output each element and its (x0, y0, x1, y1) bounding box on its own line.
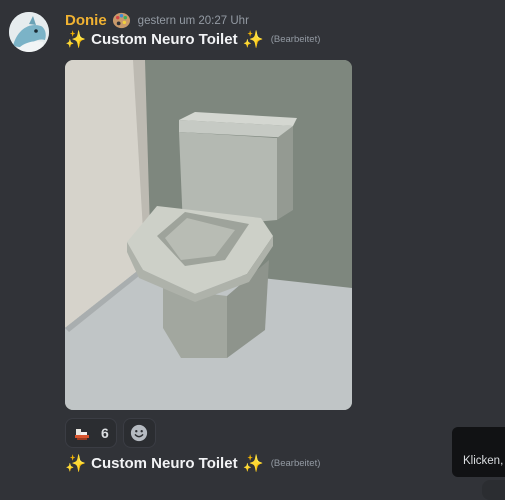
message-text-2: Custom Neuro Toilet (91, 455, 238, 472)
palette-icon[interactable] (112, 11, 131, 30)
message-content: ✨ Custom Neuro Toilet ✨ (Bearbeitet) (65, 31, 320, 48)
shark-avatar-icon (9, 12, 49, 52)
sparkles-icon: ✨ (65, 454, 87, 473)
edited-label: (Bearbeitet) (270, 34, 321, 45)
reactions-bar: 6 (65, 418, 156, 448)
tooltip: Klicken, (452, 427, 505, 477)
user-avatar[interactable] (9, 12, 49, 52)
username[interactable]: Donie (65, 12, 107, 29)
edited-label: (Bearbeitet) (270, 458, 321, 469)
message-text: Custom Neuro Toilet (91, 31, 238, 48)
reaction-count: 6 (101, 425, 109, 441)
toilet-render-image (65, 60, 352, 410)
message-header: Donie gestern um 20:27 Uhr (65, 11, 249, 30)
corner-reaction-button[interactable] (482, 480, 505, 500)
sparkles-icon: ✨ (242, 30, 264, 49)
toilet-emoji-icon (75, 429, 89, 440)
timestamp[interactable]: gestern um 20:27 Uhr (138, 15, 249, 27)
add-reaction-button[interactable] (122, 418, 156, 448)
smiley-icon (131, 424, 148, 442)
reaction-toilet[interactable]: 6 (65, 418, 117, 448)
sparkles-icon: ✨ (242, 454, 264, 473)
image-attachment[interactable] (65, 60, 352, 410)
sparkles-icon: ✨ (65, 30, 87, 49)
tooltip-text: Klicken, (463, 455, 504, 467)
message-content-2: ✨ Custom Neuro Toilet ✨ (Bearbeitet) (65, 455, 320, 472)
